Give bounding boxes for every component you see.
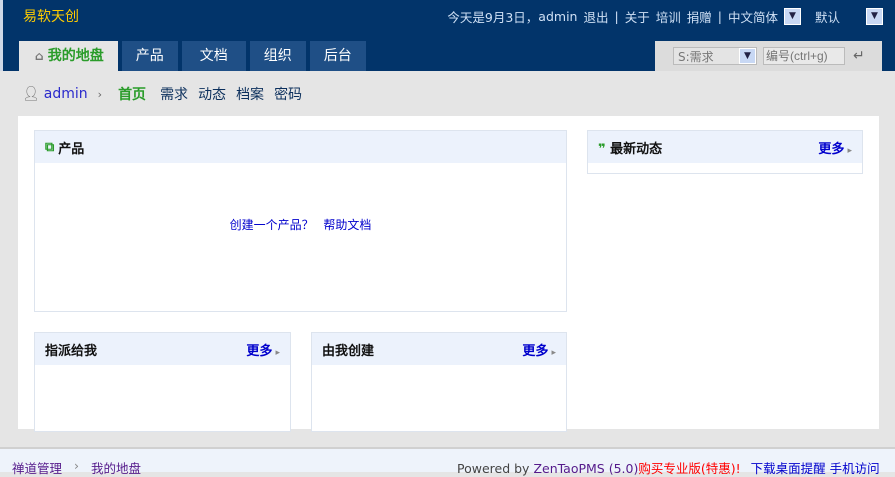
tab-doc[interactable]: 文档 [181,41,246,71]
subnav-home[interactable]: 首页 [118,84,146,104]
chevron-down-icon: ▼ [739,48,756,64]
quote-icon: ❞ [598,141,606,157]
home-icon: ⌂ [35,49,48,63]
dynamic-block: ❞ 最新动态 更多 [587,130,863,174]
chevron-right-icon: › [74,458,79,473]
zentao-link[interactable]: ZenTaoPMS (5.0) [533,461,638,476]
chevron-right-icon: › [97,87,103,101]
mobile-link[interactable]: 手机访问 [830,461,880,476]
help-link[interactable]: 帮助文档 [323,218,371,232]
subnav-profile[interactable]: 档案 [236,84,264,104]
subnav-story[interactable]: 需求 [160,84,188,104]
footer: 禅道管理 › 我的地盘 Powered by ZenTaoPMS (5.0) 购… [0,447,895,476]
subnav-dynamic[interactable]: 动态 [198,84,226,104]
tab-admin[interactable]: 后台 [309,41,366,71]
training-link[interactable]: 培训 [656,7,681,26]
separator: | [614,9,619,24]
chevron-down-icon[interactable]: ▼ [783,8,801,25]
block-title: 指派给我 [45,343,98,359]
about-link[interactable]: 关于 [625,7,650,26]
top-links: 今天是9月3日， admin 退出 | 关于 培训 捐赠 | 中文简体 ▼ 默认… [447,7,883,26]
enter-icon[interactable]: ↵ [853,48,865,64]
buy-pro-link[interactable]: 购买专业版(特惠)! [638,461,740,476]
more-link[interactable]: 更多 [818,138,852,157]
search-type-value: S:需求 [678,49,714,64]
donate-link[interactable]: 捐赠 [687,7,712,26]
tab-product[interactable]: 产品 [121,41,178,71]
company-name: 易软天创 [23,9,79,25]
search-input[interactable] [763,47,845,65]
created-block: 由我创建 更多 [311,332,567,432]
language-select[interactable]: 中文简体 [728,7,778,26]
main-nav: ⌂ 我的地盘 产品 文档 组织 后台 [19,41,366,71]
product-icon: ⧉ [45,139,55,155]
product-block: ⧉ 产品 创建一个产品？ 帮助文档 [34,130,567,312]
download-link[interactable]: 下载桌面提醒 [751,461,826,476]
breadcrumb-my[interactable]: 我的地盘 [91,458,141,477]
powered-by: Powered by [457,461,530,476]
block-title: 由我创建 [322,343,375,359]
more-link[interactable]: 更多 [246,340,280,359]
separator: | [717,9,722,24]
more-link[interactable]: 更多 [522,340,556,359]
dashboard: ⧉产品 创建一个产品？ 帮助文档 ❞ 最新动态更多 指派给我更多 由我创建更多 [18,116,879,432]
assigned-block: 指派给我 更多 [34,332,291,432]
search-bar: S:需求 ▼ ↵ [655,41,882,71]
tab-label: 我的地盘 [47,48,104,64]
create-product-link[interactable]: 创建一个产品？ [230,218,314,232]
sub-nav: 👤︎ admin › 首页 需求 动态 档案 密码 [22,84,302,104]
greeting: 今天是9月3日， [447,10,539,25]
username: admin [538,9,578,24]
chevron-down-icon[interactable]: ▼ [866,8,883,25]
tab-my[interactable]: ⌂ 我的地盘 [19,41,118,71]
theme-select[interactable]: 默认 [815,7,840,26]
user-link[interactable]: admin [44,86,88,102]
header: 易软天创 今天是9月3日， admin 退出 | 关于 培训 捐赠 | 中文简体… [0,0,895,71]
subnav-password[interactable]: 密码 [274,84,302,104]
breadcrumb-home[interactable]: 禅道管理 [12,458,62,477]
user-icon: 👤︎ [22,86,40,102]
footer-right: Powered by ZenTaoPMS (5.0) 购买专业版(特惠)! 下载… [457,458,880,477]
block-title: 最新动态 [610,141,663,157]
search-type-select[interactable]: S:需求 ▼ [673,47,757,65]
block-title: 产品 [58,141,85,157]
logout-link[interactable]: 退出 [583,7,608,26]
tab-company[interactable]: 组织 [249,41,306,71]
